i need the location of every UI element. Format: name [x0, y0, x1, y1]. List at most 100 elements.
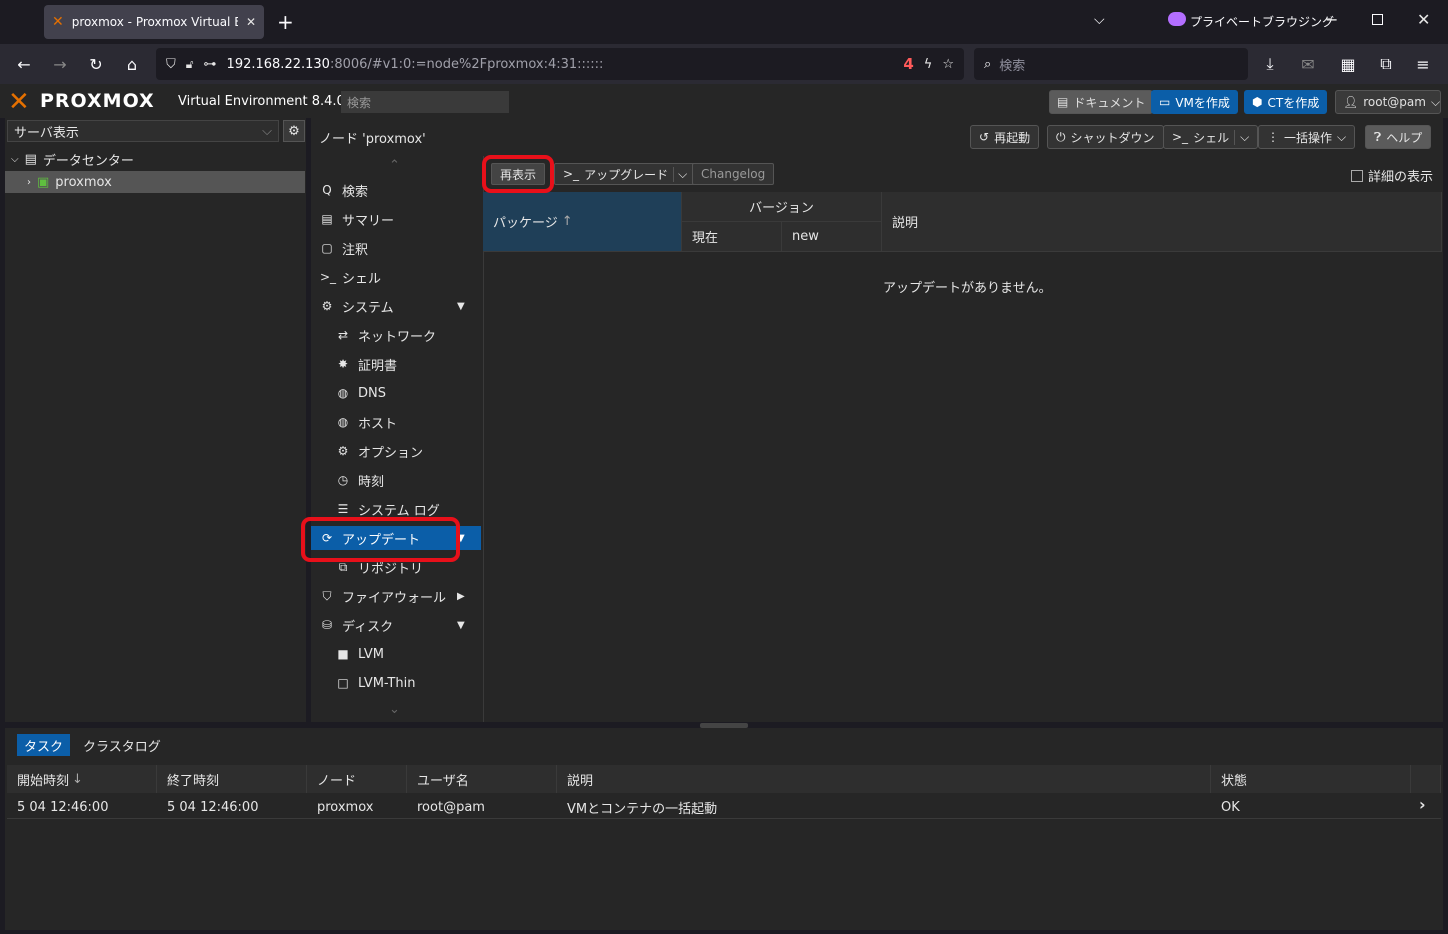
scroll-up-icon[interactable]: ⌃: [389, 158, 400, 173]
back-icon[interactable]: ←: [10, 50, 38, 78]
square-icon: ■: [337, 647, 349, 661]
menu-item-hosts[interactable]: ◍ ホスト: [311, 408, 482, 436]
home-icon[interactable]: ⌂: [118, 50, 146, 78]
show-details-label: 詳細の表示: [1368, 170, 1434, 185]
permissions-icon[interactable]: ⊶: [204, 57, 217, 72]
menu-item-options[interactable]: ⚙ オプション: [311, 437, 482, 465]
browser-tab[interactable]: ✕ proxmox - Proxmox Virtual Envi ✕: [44, 5, 264, 39]
caret-right-icon[interactable]: ▶: [457, 591, 465, 602]
help-button[interactable]: ❓︎ ヘルプ: [1365, 125, 1432, 149]
col-package-label: パッケージ: [493, 216, 558, 231]
create-vm-button[interactable]: ▭ VMを作成: [1151, 90, 1238, 114]
counter-badge[interactable]: 4: [903, 55, 913, 73]
shield-icon[interactable]: ⛉: [166, 57, 176, 72]
col-status[interactable]: 状態: [1211, 765, 1411, 793]
mail-icon[interactable]: ✉: [1294, 50, 1322, 78]
menu-item-search[interactable]: Q 検索: [311, 176, 482, 204]
shell-button[interactable]: >_ シェル ⌵: [1163, 125, 1259, 149]
col-package[interactable]: パッケージ ↑: [483, 192, 682, 252]
upgrade-button[interactable]: >_ アップグレード ⌵: [554, 163, 697, 185]
menu-item-network[interactable]: ⇄ ネットワーク: [311, 321, 482, 349]
tab-tasks-label: タスク: [24, 740, 64, 755]
menu-item-time[interactable]: ◷ 時刻: [311, 466, 482, 494]
user-label: root@pam: [1363, 95, 1426, 109]
view-selector[interactable]: サーバ表示 ⌵: [7, 120, 279, 142]
menu-label: オプション: [358, 445, 424, 461]
maximize-icon[interactable]: [1372, 14, 1383, 25]
menu-item-shell[interactable]: >_ シェル: [311, 263, 482, 291]
caret-down-icon[interactable]: ▼: [457, 301, 465, 312]
reboot-icon: ↺: [979, 130, 990, 144]
menu-item-lvm-thin[interactable]: □ LVM-Thin: [311, 669, 482, 697]
book-icon: ▤: [1057, 95, 1069, 109]
note-icon: ▢: [321, 241, 333, 255]
clock-icon: ◷: [337, 473, 349, 487]
book-icon: ▤: [321, 212, 333, 226]
close-tab-icon[interactable]: ✕: [246, 15, 256, 29]
url-text: 192.168.22.130:8006/#v1:0:=node%2Fproxmo…: [226, 56, 604, 72]
user-menu-button[interactable]: 👤︎ root@pam ⌵: [1335, 90, 1441, 114]
extension-icon[interactable]: ▦: [1334, 50, 1362, 78]
menu-item-disks[interactable]: ⛁ ディスク ▼: [311, 611, 482, 639]
browser-search-input[interactable]: ⌕ 検索: [974, 48, 1248, 80]
create-ct-label: CTを作成: [1267, 95, 1320, 110]
pve-search-input[interactable]: 検索: [341, 91, 509, 113]
changelog-label: Changelog: [701, 167, 766, 181]
browser-tab-bar: ✕ proxmox - Proxmox Virtual Envi ✕ + ⌵ プ…: [0, 0, 1448, 44]
view-selector-label: サーバ表示: [14, 125, 79, 141]
tree-settings-button[interactable]: ⚙: [283, 120, 305, 142]
row-detail-chevron-icon[interactable]: ›: [1419, 795, 1426, 814]
show-details-checkbox[interactable]: 詳細の表示: [1351, 166, 1433, 185]
scroll-down-icon[interactable]: ⌄: [389, 702, 400, 717]
new-tab-icon[interactable]: +: [277, 10, 294, 34]
lock-icon[interactable]: 🔓︎: [186, 57, 194, 72]
menu-item-firewall[interactable]: ⛉ ファイアウォール ▶: [311, 582, 482, 610]
square-outline-icon: □: [337, 676, 349, 690]
tree-label-datacenter: データセンター: [42, 153, 134, 169]
tab-cluster-log[interactable]: クラスタログ: [76, 734, 168, 756]
reboot-button[interactable]: ↺ 再起動: [970, 125, 1040, 149]
chevron-down-icon[interactable]: ⌵: [1234, 129, 1249, 145]
url-bar[interactable]: ⛉ 🔓︎ ⊶ 192.168.22.130:8006/#v1:0:=node%2…: [156, 48, 964, 80]
col-end-time[interactable]: 終了時刻: [157, 765, 307, 793]
terminal-icon: >_: [563, 167, 580, 181]
col-node[interactable]: ノード: [307, 765, 407, 793]
expand-icon[interactable]: ⌵: [11, 154, 19, 165]
col-description[interactable]: 説明: [882, 192, 1442, 252]
menu-item-notes[interactable]: ▢ 注釈: [311, 234, 482, 262]
docs-button[interactable]: ▤ ドキュメント: [1049, 90, 1154, 114]
list-tabs-icon[interactable]: ⌵: [1094, 12, 1105, 28]
menu-item-certificates[interactable]: ✸ 証明書: [311, 350, 482, 378]
node-online-icon: ▣: [37, 174, 50, 190]
col-start-time[interactable]: 開始時刻 ↓: [7, 765, 157, 793]
tree-item-proxmox[interactable]: › ▣ proxmox: [5, 171, 305, 193]
menu-item-system[interactable]: ⚙ システム ▼: [311, 292, 482, 320]
download-icon[interactable]: ⤓: [1256, 50, 1284, 78]
col-description[interactable]: 説明: [557, 765, 1211, 793]
changelog-button[interactable]: Changelog: [692, 163, 775, 185]
chevron-down-icon[interactable]: ⌵: [673, 166, 687, 182]
menu-label: 時刻: [358, 474, 385, 490]
minimize-icon[interactable]: −: [1325, 10, 1338, 29]
col-user[interactable]: ユーザ名: [407, 765, 557, 793]
forward-icon[interactable]: →: [46, 50, 74, 78]
reload-icon[interactable]: ↻: [82, 50, 110, 78]
tree-item-datacenter[interactable]: ⌵ ▤ データセンター: [5, 148, 305, 170]
bookmark-star-icon[interactable]: ☆: [942, 57, 954, 72]
col-new[interactable]: new: [782, 222, 882, 252]
create-vm-label: VMを作成: [1175, 95, 1230, 110]
tab-tasks[interactable]: タスク: [17, 734, 71, 756]
menu-item-lvm[interactable]: ■ LVM: [311, 640, 482, 668]
close-window-icon[interactable]: ✕: [1417, 10, 1430, 29]
collapse-icon[interactable]: ›: [27, 177, 31, 188]
bulk-actions-button[interactable]: ⋮ 一括操作 ⌵: [1258, 125, 1356, 149]
col-current[interactable]: 現在: [682, 222, 782, 252]
menu-item-summary[interactable]: ▤ サマリー: [311, 205, 482, 233]
puzzle-icon[interactable]: ⧉: [1372, 50, 1400, 78]
caret-down-icon[interactable]: ▼: [457, 620, 465, 631]
shutdown-button[interactable]: ⏻ シャットダウン: [1047, 125, 1164, 149]
create-ct-button[interactable]: ⬢ CTを作成: [1244, 90, 1328, 114]
menu-item-dns[interactable]: ◍ DNS: [311, 379, 482, 407]
lightning-icon[interactable]: ϟ: [924, 57, 933, 72]
hamburger-menu-icon[interactable]: ≡: [1409, 50, 1437, 78]
